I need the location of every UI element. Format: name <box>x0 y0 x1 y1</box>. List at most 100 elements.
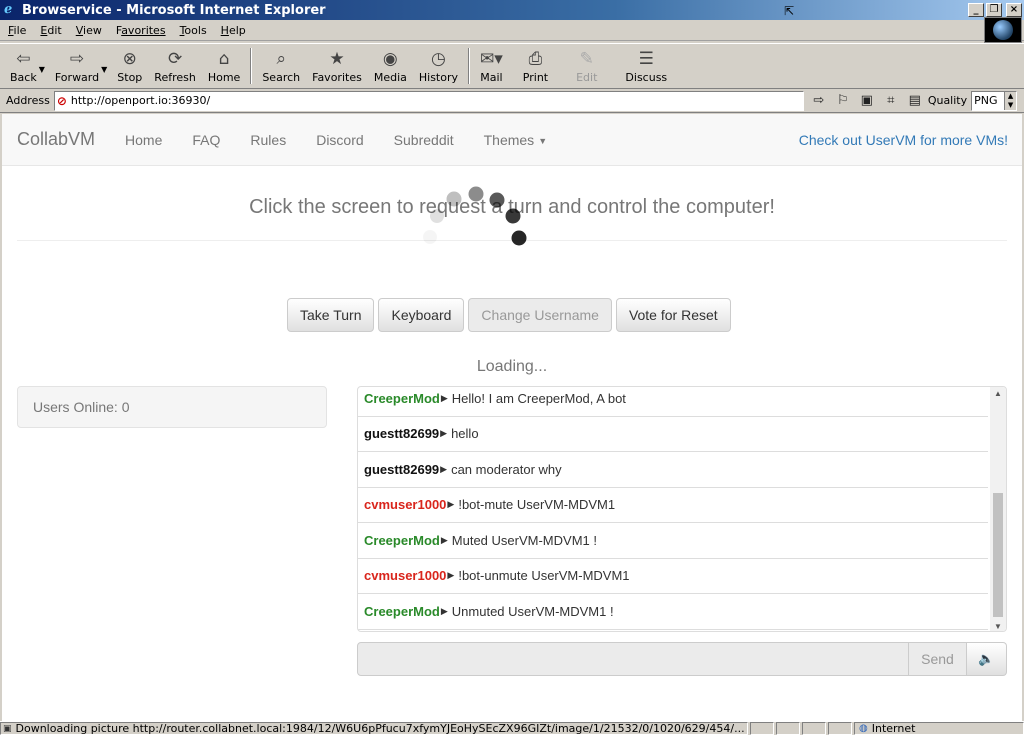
chat-text: !bot-unmute UserVM-MDVM1 <box>458 568 630 584</box>
spin-arrows-icon[interactable]: ▲ ▼ <box>1004 91 1017 110</box>
menu-edit-label: dit <box>47 24 62 37</box>
nav-themes-dropdown[interactable]: Themes ▼ <box>469 132 563 148</box>
stop-button[interactable]: ⊗ Stop <box>111 44 148 88</box>
chat-username: CreeperMod <box>364 603 440 619</box>
chat-input-group: Send 🔈 <box>357 642 1007 676</box>
menu-file[interactable]: File <box>0 24 32 37</box>
scrollbar-thumb[interactable] <box>993 493 1003 617</box>
caret-down-icon: ▼ <box>538 135 548 146</box>
loading-text: Loading... <box>476 358 548 375</box>
nav-discord[interactable]: Discord <box>301 132 378 148</box>
forward-arrow-icon: ⇨ <box>69 48 85 69</box>
spinner-dot <box>511 230 527 246</box>
send-button[interactable]: Send <box>909 642 967 676</box>
menu-help[interactable]: Help <box>213 24 252 37</box>
chat-message: guestt82699 ▶ can moderator why <box>358 452 988 488</box>
arrow-right-icon: ▶ <box>440 605 448 616</box>
favorites-icon: ★ <box>329 48 345 69</box>
chat-text: Unmuted UserVM-MDVM1 ! <box>451 603 614 619</box>
quality-select[interactable]: PNG ▲ ▼ <box>971 90 1018 111</box>
brand-link[interactable]: CollabVM <box>2 129 110 150</box>
arrow-right-icon: ▶ <box>447 570 455 581</box>
scroll-up-icon[interactable]: ▲ <box>990 389 1006 398</box>
history-icon: ◷ <box>431 48 446 69</box>
nav-home[interactable]: Home <box>110 132 177 148</box>
menu-view[interactable]: View <box>68 24 108 37</box>
status-pane <box>828 722 852 735</box>
users-online-count: Users Online: 0 <box>33 399 130 415</box>
keyboard-button[interactable]: Keyboard <box>378 298 465 332</box>
home-label: Home <box>207 70 241 84</box>
home-icon: ⌂ <box>218 48 230 69</box>
mail-button[interactable]: ✉▾ Mail <box>474 44 509 88</box>
home-button[interactable]: ⌂ Home <box>202 44 246 88</box>
forward-dropdown-icon[interactable]: ▼ <box>101 59 107 74</box>
back-button[interactable]: ⇦ Back <box>0 44 43 88</box>
edit-icon: ✎ <box>579 48 594 69</box>
favorites-button[interactable]: ★ Favorites <box>306 44 368 88</box>
print-button[interactable]: ⎙ Print <box>509 44 562 88</box>
take-turn-button[interactable]: Take Turn <box>287 298 375 332</box>
chat-username: guestt82699 <box>364 426 440 442</box>
menu-tools[interactable]: Tools <box>172 24 213 37</box>
favorites-label: Favorites <box>312 70 362 84</box>
scroll-down-icon[interactable]: ▼ <box>990 622 1006 631</box>
status-pane <box>776 722 800 735</box>
forward-label: Forward <box>54 70 100 84</box>
standard-toolbar: ⇦ Back ▼ ⇨ Forward ▼ ⊗ Stop ⟳ Refresh ⌂ … <box>0 43 1024 89</box>
go-arrow-icon[interactable]: ⇨ <box>810 92 828 110</box>
chat-panel: CreeperMod ▶ Hello! I am CreeperMod, A bot… <box>357 386 1007 632</box>
chat-username: cvmuser1000 <box>364 497 447 513</box>
nav-themes-label: Themes <box>483 131 535 148</box>
menu-favorites[interactable]: Favorites <box>108 24 172 37</box>
nav-subreddit[interactable]: Subreddit <box>379 132 469 148</box>
page-find-icon[interactable]: ▣ <box>858 92 876 110</box>
chat-input[interactable] <box>357 642 909 676</box>
bookmark-icon[interactable]: ⚐ <box>834 92 852 110</box>
address-url: http://openport.io:36930/ <box>70 94 211 107</box>
history-button[interactable]: ◷ History <box>413 44 464 88</box>
edit-label: Edit <box>576 70 598 84</box>
menu-edit[interactable]: Edit <box>32 24 67 37</box>
vm-instructions[interactable]: Click the screen to request a turn and c… <box>17 196 1007 219</box>
volume-button[interactable]: 🔈 <box>967 642 1007 676</box>
search-button[interactable]: ⌕ Search <box>256 44 306 88</box>
menu-file-label: ile <box>13 24 27 37</box>
edit-button[interactable]: ✎ Edit <box>562 44 611 88</box>
nav-rules[interactable]: Rules <box>235 132 301 148</box>
back-dropdown-icon[interactable]: ▼ <box>39 59 45 74</box>
chat-message: cvmuser1000 ▶ !bot-mute UserVM-MDVM1 <box>358 488 988 523</box>
maximize-button[interactable]: ❐ <box>986 3 1002 17</box>
mail-label: Mail <box>480 70 503 84</box>
chat-scrollbar[interactable]: ▲ ▼ <box>990 387 1006 631</box>
forward-button[interactable]: ⇨ Forward <box>49 44 105 88</box>
refresh-label: Refresh <box>154 70 196 84</box>
refresh-button[interactable]: ⟳ Refresh <box>148 44 202 88</box>
arrow-right-icon: ▶ <box>440 428 448 439</box>
back-arrow-icon: ⇦ <box>16 48 31 69</box>
address-input[interactable]: ⊘ http://openport.io:36930/ <box>53 90 804 111</box>
download-status-icon: ▣ <box>3 723 12 734</box>
chat-text: can moderator why <box>451 461 562 477</box>
nav-faq[interactable]: FAQ <box>177 132 235 148</box>
uservm-link[interactable]: Check out UserVM for more VMs! <box>799 132 1022 148</box>
vote-reset-button[interactable]: Vote for Reset <box>615 298 731 332</box>
menu-tools-label: ools <box>184 24 207 37</box>
media-button[interactable]: ◉ Media <box>368 44 413 88</box>
binoculars-icon[interactable]: ⌗ <box>882 92 900 110</box>
chat-message: CreeperMod ▶ Unmuted UserVM-MDVM1 ! <box>358 594 988 630</box>
page-viewport[interactable]: CollabVM Home FAQ Rules Discord Subreddi… <box>2 114 1022 721</box>
minimize-button[interactable]: _ <box>968 3 984 17</box>
close-button[interactable]: × <box>1006 3 1022 17</box>
status-pane <box>802 722 826 735</box>
chat-text: hello <box>451 426 479 442</box>
change-username-button[interactable]: Change Username <box>468 298 612 332</box>
clipboard-icon[interactable]: ▤ <box>906 92 924 110</box>
quality-value: PNG <box>974 94 998 107</box>
menu-view-key: V <box>75 24 84 37</box>
ie-throbber <box>984 17 1022 43</box>
menu-favorites-label: avorites <box>121 24 166 37</box>
stop-icon: ⊗ <box>122 48 137 69</box>
discuss-label: Discuss <box>625 70 668 84</box>
discuss-button[interactable]: ☰ Discuss <box>611 44 681 88</box>
